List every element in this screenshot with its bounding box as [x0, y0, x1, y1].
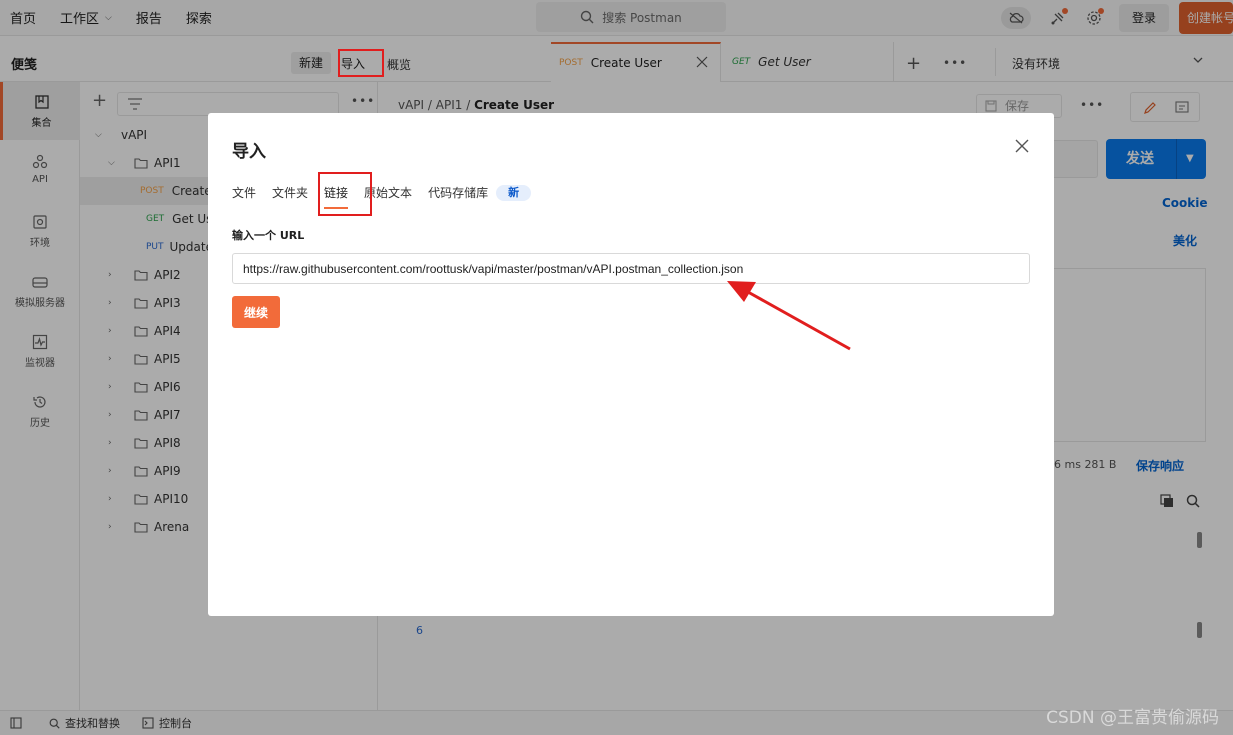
watermark: CSDN @王富贵偷源码: [1046, 708, 1219, 728]
arrow-shaft: [747, 290, 851, 351]
annotation-arrow: [727, 281, 851, 351]
arrow-head: [727, 281, 756, 302]
